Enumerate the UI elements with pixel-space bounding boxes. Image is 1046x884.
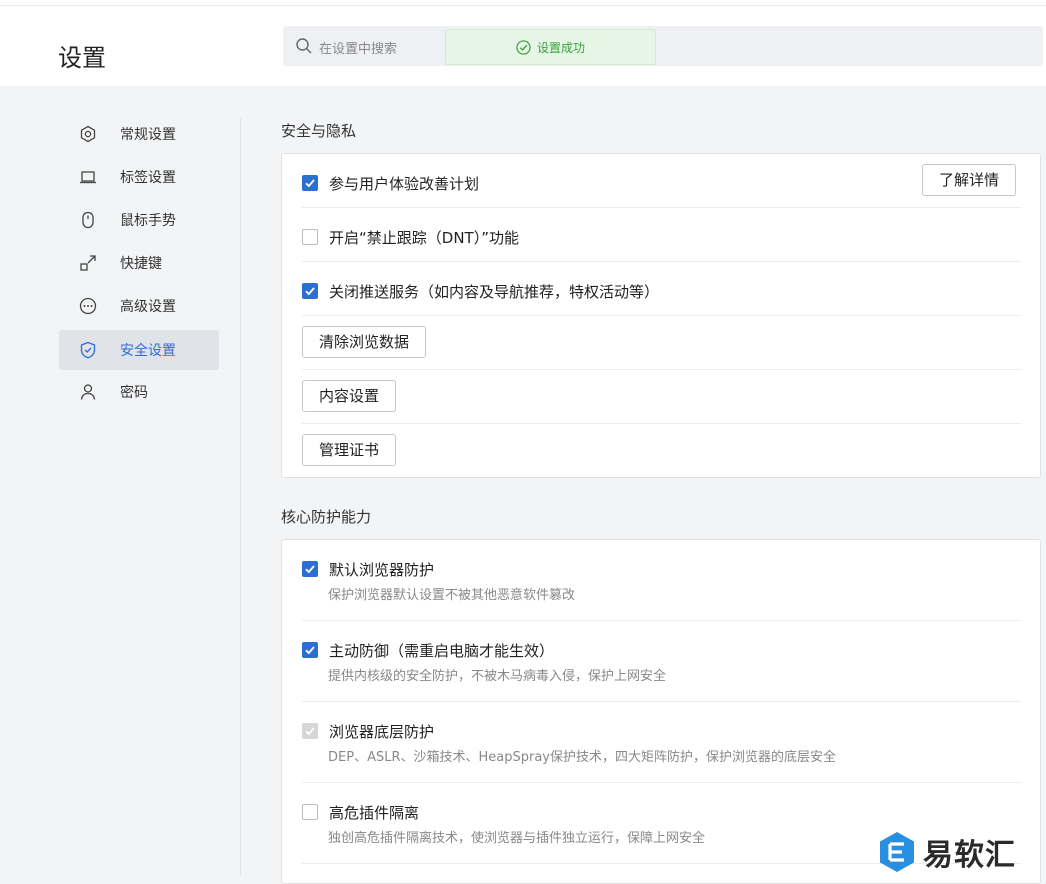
toast-text: 设置成功 <box>536 40 585 55</box>
checkmark-icon <box>305 179 315 188</box>
ux-program-checkbox[interactable] <box>302 175 318 191</box>
divider <box>302 369 1021 370</box>
sidebar-item-label: 标签设置 <box>120 170 176 186</box>
sidebar-item-mouse-gestures[interactable]: 鼠标手势 <box>59 200 219 240</box>
search-icon <box>296 38 312 54</box>
divider <box>302 423 1021 424</box>
dnt-label: 开启“禁止跟踪（DNT）”功能 <box>329 229 519 247</box>
section-title-core: 核心防护能力 <box>281 508 372 526</box>
learn-more-button[interactable]: 了解详情 <box>922 164 1017 196</box>
checkmark-icon <box>305 287 315 296</box>
sidebar-item-label: 鼠标手势 <box>120 213 176 229</box>
watermark-text: 易软汇 <box>923 838 1016 873</box>
sidebar-item-tabs[interactable]: 标签设置 <box>59 157 219 197</box>
section-title-security: 安全与隐私 <box>281 122 357 140</box>
divider <box>302 207 1021 208</box>
laptop-tab-icon <box>78 167 98 187</box>
divider <box>302 701 1021 702</box>
checkmark-icon <box>305 565 315 574</box>
browser-protection-desc: 保护浏览器默认设置不被其他恶意软件篡改 <box>328 588 576 603</box>
sidebar-item-general[interactable]: 常规设置 <box>59 114 219 154</box>
clear-browsing-data-button[interactable]: 清除浏览数据 <box>302 326 427 358</box>
top-divider <box>0 5 1046 6</box>
sidebar-item-password[interactable]: 密码 <box>59 372 219 412</box>
check-circle-icon <box>516 39 531 55</box>
user-icon <box>78 382 98 402</box>
push-service-checkbox[interactable] <box>302 283 318 299</box>
divider <box>302 782 1021 783</box>
manage-certificates-button[interactable]: 管理证书 <box>302 434 397 466</box>
shield-check-icon <box>78 340 98 360</box>
browser-protection-label: 默认浏览器防护 <box>329 561 435 579</box>
hexagon-logo-icon <box>880 832 914 872</box>
active-defense-checkbox[interactable] <box>302 642 318 658</box>
hexagon-gear-icon <box>78 124 98 144</box>
checkmark-icon <box>305 727 315 736</box>
sidebar-item-label: 密码 <box>120 385 148 401</box>
content-settings-button[interactable]: 内容设置 <box>302 380 397 412</box>
low-level-protection-checkbox <box>302 723 318 739</box>
security-card: 参与用户体验改善计划 了解详情 开启“禁止跟踪（DNT）”功能 关闭推送服务（如… <box>281 153 1041 478</box>
sidebar-divider <box>240 118 241 876</box>
divider <box>302 620 1021 621</box>
checkmark-icon <box>305 646 315 655</box>
page-title: 设置 <box>58 44 106 72</box>
plugin-isolation-label: 高危插件隔离 <box>329 804 420 822</box>
sidebar-item-label: 高级设置 <box>120 299 176 315</box>
plugin-isolation-checkbox[interactable] <box>302 804 318 820</box>
sidebar-item-label: 常规设置 <box>120 127 176 143</box>
more-dots-icon <box>78 296 98 316</box>
divider <box>302 315 1021 316</box>
sidebar-item-security[interactable]: 安全设置 <box>59 330 219 370</box>
divider <box>302 261 1021 262</box>
dnt-checkbox[interactable] <box>302 229 318 245</box>
active-defense-desc: 提供内核级的安全防护，不被木马病毒入侵，保护上网安全 <box>328 669 667 684</box>
sidebar-item-advanced[interactable]: 高级设置 <box>59 286 219 326</box>
watermark-logo: 易软汇 <box>877 828 1046 876</box>
sidebar-item-label: 安全设置 <box>120 343 176 359</box>
sidebar-item-shortcuts[interactable]: 快捷键 <box>59 243 219 283</box>
mouse-icon <box>78 210 98 230</box>
success-toast: 设置成功 <box>445 29 656 65</box>
top-bar: 设置 在设置中搜索 设置成功 <box>0 0 1046 86</box>
push-service-label: 关闭推送服务（如内容及导航推荐，特权活动等） <box>329 283 660 301</box>
search-input[interactable]: 在设置中搜索 <box>319 38 397 57</box>
shortcut-arrow-icon <box>78 253 98 273</box>
low-level-protection-desc: DEP、ASLR、沙箱技术、HeapSpray保护技术，四大矩阵防护，保护浏览器… <box>328 750 836 765</box>
sidebar-item-label: 快捷键 <box>120 256 162 272</box>
search-box[interactable]: 在设置中搜索 设置成功 <box>283 26 1043 66</box>
browser-protection-checkbox[interactable] <box>302 561 318 577</box>
low-level-protection-label: 浏览器底层防护 <box>329 723 435 741</box>
ux-program-label: 参与用户体验改善计划 <box>329 175 480 193</box>
active-defense-label: 主动防御（需重启电脑才能生效） <box>329 642 555 660</box>
plugin-isolation-desc: 独创高危插件隔离技术，使浏览器与插件独立运行，保障上网安全 <box>328 831 706 846</box>
